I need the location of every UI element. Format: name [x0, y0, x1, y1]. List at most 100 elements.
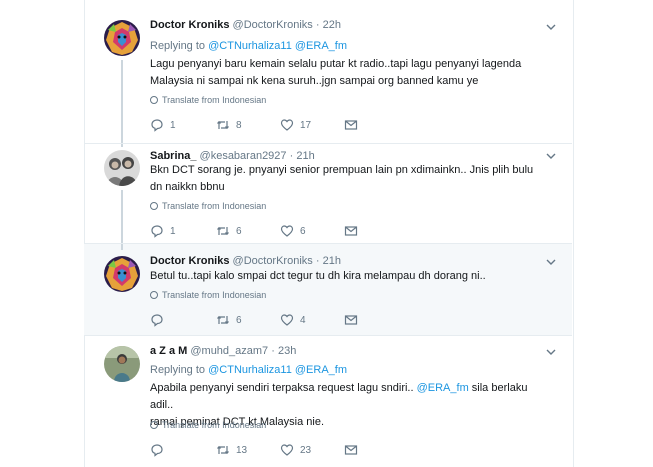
separator-dot: ·: [289, 150, 294, 162]
tweet-text-line: Malaysia ni sampai nk kena suruh..jgn sa…: [150, 75, 479, 87]
reply-button[interactable]: [150, 443, 170, 457]
user-handle[interactable]: @kesabaran2927: [200, 150, 287, 162]
replying-prefix: Replying to: [150, 40, 206, 52]
translate-label: Translate from Indonesian: [162, 290, 267, 300]
tweet-actions: 1 8 17: [150, 118, 390, 134]
avatar[interactable]: [104, 346, 140, 382]
user-handle[interactable]: @muhd_azam7: [190, 345, 268, 357]
separator-dot: ·: [315, 19, 320, 31]
replying-to: Replying to @CTNurhaliza11 @ERA_fm: [150, 40, 347, 52]
globe-icon: [150, 202, 158, 210]
display-name[interactable]: Sabrina_: [150, 150, 196, 162]
chevron-down-icon[interactable]: [546, 258, 556, 266]
timestamp[interactable]: 21h: [296, 150, 314, 162]
separator-dot: ·: [315, 255, 320, 267]
mention-link[interactable]: @CTNurhaliza11: [208, 40, 292, 52]
lion-avatar-image: [104, 256, 140, 292]
timestamp[interactable]: 22h: [323, 19, 341, 31]
retweet-icon: [217, 226, 229, 236]
timestamp[interactable]: 21h: [323, 255, 341, 267]
reply-button[interactable]: [150, 313, 170, 327]
translate-link[interactable]: Translate from Indonesian: [150, 95, 266, 105]
like-count: 4: [300, 314, 306, 326]
reply-icon: [151, 225, 163, 238]
mention-link[interactable]: @ERA_fm: [295, 364, 347, 376]
translate-link[interactable]: Translate from Indonesian: [150, 420, 266, 430]
mention-link[interactable]: @ERA_fm: [417, 382, 469, 394]
tweet-text: Lagu penyanyi baru kemain selalu putar k…: [150, 56, 550, 90]
tweet-actions: 1 6 6: [150, 224, 390, 240]
dm-button[interactable]: [344, 313, 358, 327]
retweet-icon: [217, 120, 229, 130]
tweet-header: Doctor Kroniks @DoctorKroniks · 21h: [150, 255, 341, 267]
like-count: 17: [300, 119, 312, 131]
mention-link[interactable]: @ERA_fm: [295, 40, 347, 52]
tweet-text-segment: Apabila penyanyi sendiri terpaksa reques…: [150, 382, 414, 394]
dm-icon: [344, 226, 358, 236]
like-button[interactable]: 4: [280, 313, 306, 327]
dm-button[interactable]: [344, 224, 358, 238]
dm-button[interactable]: [344, 118, 358, 132]
globe-icon: [150, 96, 158, 104]
tweet-header: Doctor Kroniks @DoctorKroniks · 22h: [150, 19, 341, 31]
tweet-header: a Z a M @muhd_azam7 · 23h: [150, 345, 296, 357]
retweet-icon: [217, 445, 229, 455]
dm-icon: [344, 445, 358, 455]
chevron-down-icon[interactable]: [546, 348, 556, 356]
user-handle[interactable]: @DoctorKroniks: [233, 19, 313, 31]
reply-icon: [151, 314, 163, 327]
tweet-text-line: Bkn DCT sorang je. pnyanyi senior prempu…: [150, 164, 534, 176]
retweet-button[interactable]: 13: [216, 443, 247, 457]
timestamp[interactable]: 23h: [278, 345, 296, 357]
reply-count: 1: [170, 119, 176, 131]
like-button[interactable]: 23: [280, 443, 311, 457]
retweet-button[interactable]: 8: [216, 118, 242, 132]
reply-count: 1: [170, 225, 176, 237]
thread-connector: [121, 244, 123, 250]
photo-avatar-image: [104, 346, 140, 382]
like-icon: [280, 444, 294, 456]
group-photo-avatar-image: [104, 150, 140, 186]
translate-label: Translate from Indonesian: [162, 201, 267, 211]
reply-button[interactable]: 1: [150, 224, 176, 238]
like-icon: [280, 314, 294, 326]
retweet-count: 6: [236, 314, 242, 326]
tweet-actions: 13 23: [150, 443, 390, 459]
tweet-text-line: Apabila penyanyi sendiri terpaksa reques…: [150, 380, 550, 414]
retweet-count: 6: [236, 225, 242, 237]
translate-label: Translate from Indonesian: [162, 420, 267, 430]
replying-to: Replying to @CTNurhaliza11 @ERA_fm: [150, 364, 347, 376]
reply-icon: [151, 119, 163, 132]
dm-icon: [344, 120, 358, 130]
like-icon: [280, 225, 294, 237]
chevron-down-icon[interactable]: [546, 152, 556, 160]
retweet-button[interactable]: 6: [216, 313, 242, 327]
globe-icon: [150, 421, 158, 429]
lion-avatar-image: [104, 20, 140, 56]
translate-link[interactable]: Translate from Indonesian: [150, 201, 266, 211]
mention-link[interactable]: @CTNurhaliza11: [208, 364, 292, 376]
tweet-header: Sabrina_ @kesabaran2927 · 21h: [150, 150, 315, 162]
dm-icon: [344, 315, 358, 325]
like-icon: [280, 119, 294, 131]
globe-icon: [150, 291, 158, 299]
like-button[interactable]: 6: [280, 224, 306, 238]
like-button[interactable]: 17: [280, 118, 311, 132]
dm-button[interactable]: [344, 443, 358, 457]
tweet-text: Betul tu..tapi kalo smpai dct tegur tu d…: [150, 268, 550, 285]
display-name[interactable]: Doctor Kroniks: [150, 19, 229, 31]
avatar[interactable]: [104, 256, 140, 292]
reply-button[interactable]: 1: [150, 118, 176, 132]
display-name[interactable]: a Z a M: [150, 345, 187, 357]
translate-link[interactable]: Translate from Indonesian: [150, 290, 266, 300]
replying-prefix: Replying to: [150, 364, 206, 376]
reply-icon: [151, 444, 163, 457]
user-handle[interactable]: @DoctorKroniks: [233, 255, 313, 267]
tweet-text-line: dn naikkn bbnu: [150, 181, 225, 193]
avatar[interactable]: [104, 20, 140, 56]
chevron-down-icon[interactable]: [546, 23, 556, 31]
display-name[interactable]: Doctor Kroniks: [150, 255, 229, 267]
retweet-count: 13: [236, 444, 248, 456]
avatar[interactable]: [104, 150, 140, 186]
retweet-button[interactable]: 6: [216, 224, 242, 238]
